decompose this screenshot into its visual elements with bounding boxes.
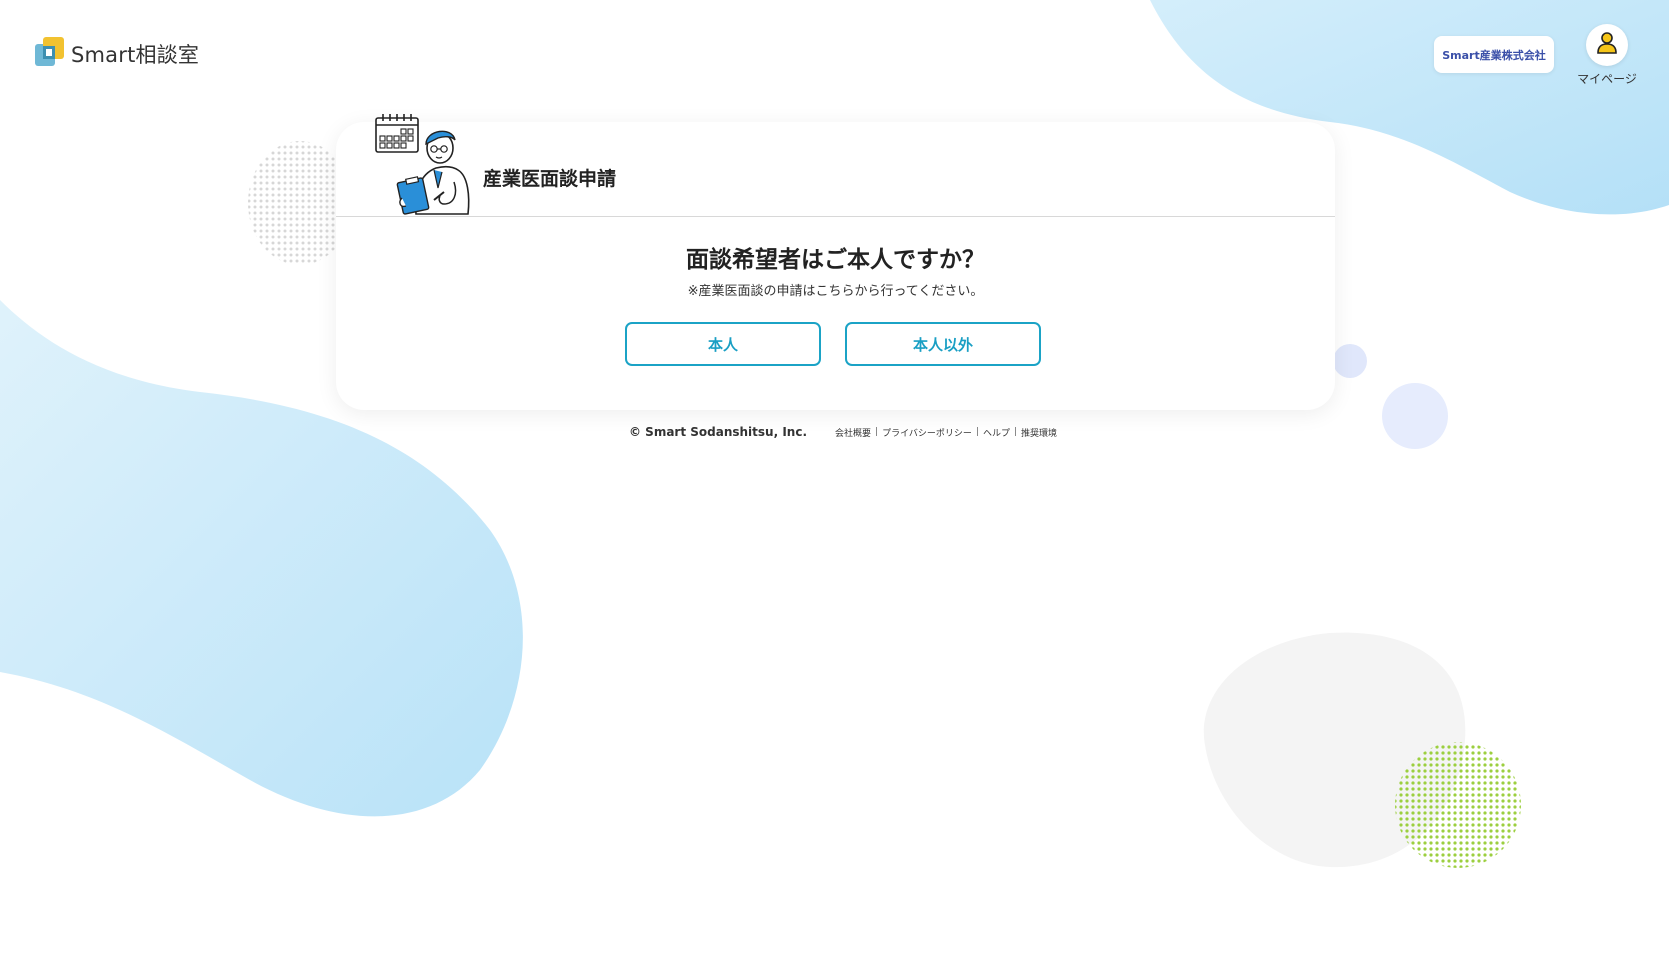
question-heading: 面談希望者はご本人ですか？ [686,247,985,273]
footer: © Smart Sodanshitsu, Inc. 会社概要 | プライバシーポ… [629,425,1057,439]
doctor-calendar-icon [375,114,470,215]
mypage-label: マイページ [1577,72,1637,86]
doctor-illustration [374,112,478,220]
mypage-button[interactable]: マイページ [1576,24,1638,87]
footer-separator: | [975,427,979,437]
footer-separator: | [875,427,879,437]
card-header: 産業医面談申請 [336,114,1335,217]
self-button[interactable]: 本人 [625,322,821,366]
footer-separator: | [1013,427,1018,437]
logo-mark-icon [32,36,66,72]
company-name-badge[interactable]: Smart産業株式会社 [1434,36,1554,73]
other-person-button[interactable]: 本人以外 [845,322,1041,366]
logo[interactable]: Smart相談室 [32,36,199,72]
avatar [1586,24,1628,66]
instruction-note: ※産業医面談の申請はこちらから行ってください。 [687,284,984,299]
footer-link-help[interactable]: ヘルプ [983,426,1010,439]
user-icon [1596,31,1618,59]
footer-link-environment[interactable]: 推奨環境 [1021,426,1057,439]
card-title: 産業医面談申請 [483,168,617,190]
logo-text: Smart相談室 [71,43,200,67]
footer-link-privacy[interactable]: プライバシーポリシー [882,426,972,439]
footer-links: 会社概要 | プライバシーポリシー | ヘルプ | 推奨環境 [835,426,1057,439]
interview-request-card: 産業医面談申請 面談希望者はご本人ですか？ ※産業医面談の申請はこちらから行って… [336,114,1335,410]
footer-link-company[interactable]: 会社概要 [835,426,871,439]
copyright: © Smart Sodanshitsu, Inc. [629,425,808,439]
